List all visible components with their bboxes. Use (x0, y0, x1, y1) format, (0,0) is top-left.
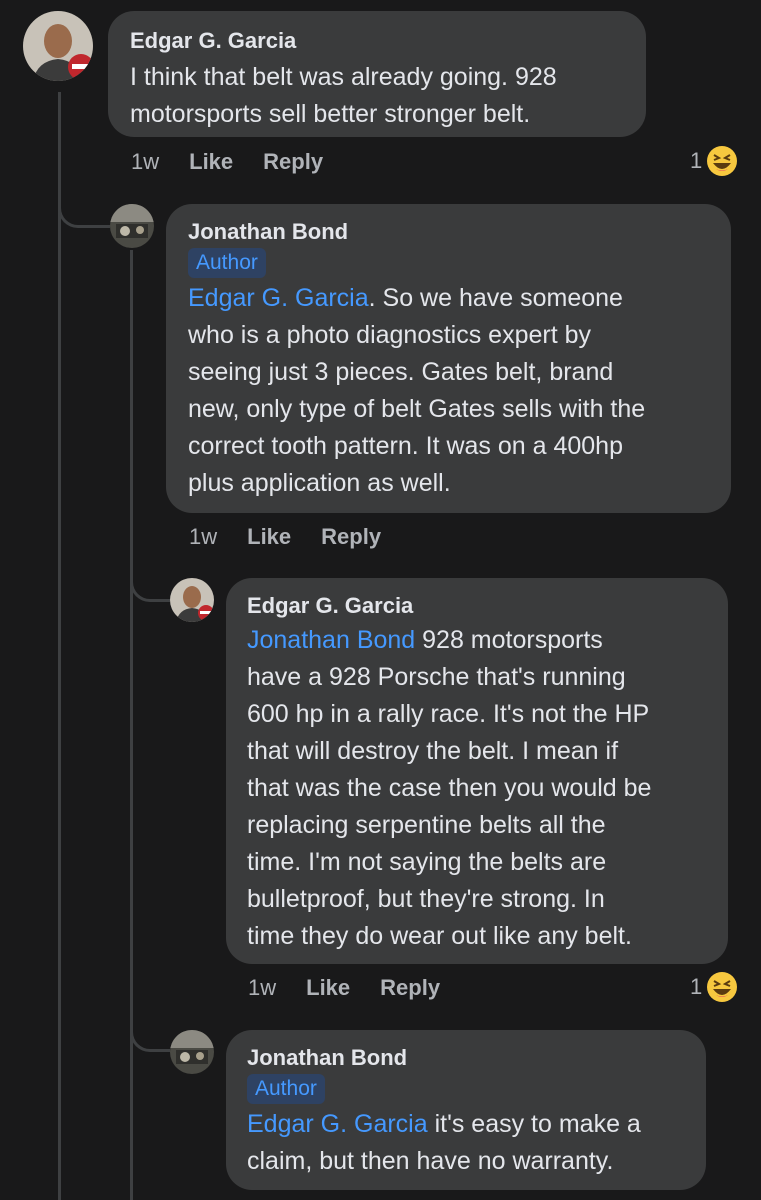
comment-timestamp[interactable]: 1w (189, 522, 217, 552)
mention-link[interactable]: Edgar G. Garcia (247, 1110, 428, 1138)
thread-elbow (130, 1000, 170, 1052)
comment-actions: 1w Like Reply (189, 522, 411, 552)
avatar[interactable] (170, 578, 214, 622)
thread-elbow (130, 552, 170, 602)
comment-text: I think that belt was already going. 928… (130, 63, 557, 128)
comment-timestamp[interactable]: 1w (248, 973, 276, 1003)
comment-text: Jonathan Bond 928 motorsports have a 928… (247, 626, 652, 950)
comment-actions: 1w Like Reply (248, 973, 470, 1003)
reaction-summary[interactable]: 1 (690, 144, 738, 178)
author-badge: Author (247, 1074, 325, 1104)
reaction-count: 1 (690, 974, 703, 999)
author-badge: Author (188, 248, 266, 278)
comment-author[interactable]: Jonathan Bond (188, 218, 709, 246)
like-button[interactable]: Like (247, 522, 291, 552)
comment-bubble: Jonathan Bond Author Edgar G. Garcia it'… (226, 1030, 706, 1190)
reply-button[interactable]: Reply (321, 522, 381, 552)
reply-button[interactable]: Reply (263, 147, 323, 177)
mention-link[interactable]: Edgar G. Garcia (188, 284, 369, 312)
comment-bubble: Edgar G. Garcia I think that belt was al… (108, 11, 646, 137)
comment-timestamp[interactable]: 1w (131, 147, 159, 177)
reply-button[interactable]: Reply (380, 973, 440, 1003)
thread-line (130, 250, 133, 1200)
mention-link[interactable]: Jonathan Bond (247, 626, 415, 654)
laughing-emoji-icon (707, 972, 738, 1002)
reaction-count: 1 (690, 148, 703, 173)
comment-text: Edgar G. Garcia. So we have someone who … (188, 284, 646, 497)
laughing-emoji-icon (707, 146, 738, 176)
comment-text: Edgar G. Garcia it's easy to make a clai… (247, 1110, 641, 1175)
comment-bubble: Jonathan Bond Author Edgar G. Garcia. So… (166, 204, 731, 513)
thread-elbow (58, 170, 110, 228)
comment-author[interactable]: Edgar G. Garcia (130, 27, 624, 55)
comment-author[interactable]: Edgar G. Garcia (247, 592, 707, 620)
reaction-summary[interactable]: 1 (690, 970, 738, 1004)
avatar[interactable] (170, 1030, 214, 1074)
comment-bubble: Edgar G. Garcia Jonathan Bond 928 motors… (226, 578, 728, 964)
comment-author[interactable]: Jonathan Bond (247, 1044, 685, 1072)
avatar[interactable] (110, 204, 154, 248)
thread-line (58, 92, 61, 1200)
like-button[interactable]: Like (189, 147, 233, 177)
avatar[interactable] (23, 11, 93, 81)
comment-actions: 1w Like Reply (131, 147, 353, 177)
like-button[interactable]: Like (306, 973, 350, 1003)
